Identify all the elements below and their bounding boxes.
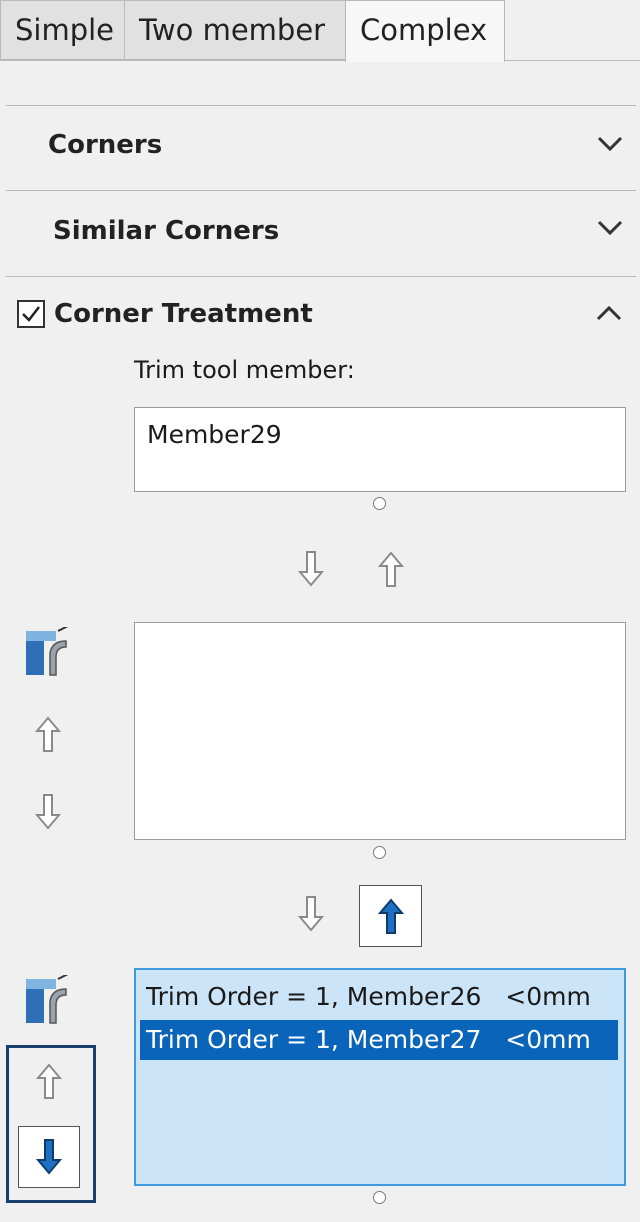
corner-trim-icon [26, 975, 69, 1024]
corner-trim-icon [26, 627, 69, 676]
section-corners[interactable]: Corners [6, 106, 636, 190]
section-similar-corners-label: Similar Corners [53, 216, 280, 246]
arrow-up-icon[interactable] [378, 550, 404, 588]
checkmark-icon [22, 306, 40, 322]
list-item-selected[interactable]: Trim Order = 1, Member27 <0mm [140, 1020, 618, 1060]
list-item-text: Trim Order = 1, Member27 <0mm [146, 1025, 591, 1054]
corner-treatment-checkbox[interactable] [17, 300, 45, 328]
tab-simple[interactable]: Simple [0, 0, 125, 60]
arrow-up-icon [377, 898, 404, 934]
tab-divider-right [505, 60, 640, 61]
chevron-down-icon[interactable] [596, 218, 624, 238]
arrow-down-icon[interactable] [298, 895, 324, 933]
resize-handle[interactable] [373, 846, 386, 859]
section-corner-treatment-label: Corner Treatment [54, 299, 313, 329]
arrow-down-icon[interactable] [298, 550, 324, 588]
trim-tool-member-label: Trim tool member: [134, 356, 355, 384]
arrow-down-icon [36, 1139, 62, 1175]
tab-divider [0, 60, 345, 61]
chevron-down-icon[interactable] [596, 134, 624, 154]
list-item-text: Trim Order = 1, Member26 <0mm [146, 982, 591, 1011]
section-corners-label: Corners [48, 130, 163, 160]
trim-tool-member-box[interactable]: Member29 [134, 407, 626, 492]
arrow-up-icon[interactable] [36, 1062, 62, 1100]
chevron-up-icon[interactable] [595, 304, 623, 324]
move-up-button[interactable] [359, 885, 422, 947]
arrow-down-icon[interactable] [35, 793, 61, 831]
tab-two-member[interactable]: Two member [124, 0, 346, 60]
tab-complex[interactable]: Complex [345, 0, 505, 62]
list-item[interactable]: Trim Order = 1, Member26 <0mm [140, 977, 618, 1017]
arrow-up-icon[interactable] [35, 715, 61, 753]
section-similar-corners[interactable]: Similar Corners [6, 191, 636, 275]
divider [6, 276, 636, 277]
trim-tool-member-value: Member29 [147, 420, 282, 449]
tab-bar: Simple Two member Complex [0, 0, 640, 62]
corner-members-list[interactable] [134, 622, 626, 840]
move-down-button[interactable] [18, 1126, 80, 1188]
resize-handle[interactable] [373, 497, 386, 510]
resize-handle[interactable] [373, 1191, 386, 1204]
